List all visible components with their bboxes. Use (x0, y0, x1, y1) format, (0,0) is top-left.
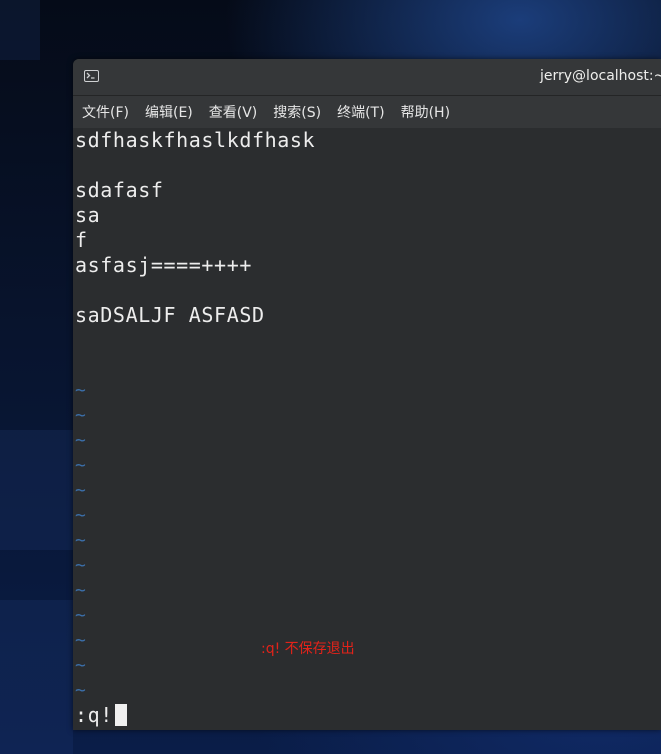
terminal-icon (84, 70, 99, 82)
menu-help[interactable]: 帮助(H) (395, 99, 456, 125)
terminal-window[interactable]: jerry@localhost:~ 文件(F) 编辑(E) 查看(V) 搜索(S… (73, 59, 661, 730)
menu-search[interactable]: 搜索(S) (267, 99, 327, 125)
title-bar[interactable]: jerry@localhost:~ (73, 59, 661, 96)
empty-line-marker: ~ (75, 505, 87, 526)
empty-line-marker: ~ (75, 380, 87, 401)
buffer-line: sdafasf (75, 178, 164, 202)
text-cursor (114, 704, 127, 726)
command-line[interactable]: :q! (75, 703, 127, 728)
empty-line-marker: ~ (75, 455, 87, 476)
terminal-content[interactable]: sdfhaskfhaslkdfhask sdafasf sa f asfasj=… (73, 128, 661, 730)
buffer-line: sdfhaskfhaslkdfhask (75, 128, 316, 152)
empty-line-marker: ~ (75, 555, 87, 576)
empty-line-marker: ~ (75, 480, 87, 501)
buffer-line: sa (75, 203, 101, 227)
empty-line-marker: ~ (75, 605, 87, 626)
window-title: jerry@localhost:~ (540, 68, 661, 84)
empty-line-marker: ~ (75, 405, 87, 426)
empty-line-marker: ~ (75, 430, 87, 451)
command-text: :q! (75, 703, 113, 727)
buffer-line: saDSALJF ASFASD (75, 303, 265, 327)
menu-bar: 文件(F) 编辑(E) 查看(V) 搜索(S) 终端(T) 帮助(H) (73, 96, 661, 128)
buffer-line: asfasj====++++ (75, 253, 252, 277)
desktop-tile (0, 430, 73, 550)
desktop-tile (0, 600, 73, 754)
desktop-tile (0, 0, 40, 60)
menu-edit[interactable]: 编辑(E) (139, 99, 199, 125)
empty-line-marker: ~ (75, 530, 87, 551)
empty-line-marker: ~ (75, 630, 87, 651)
menu-terminal[interactable]: 终端(T) (331, 99, 390, 125)
empty-line-marker: ~ (75, 680, 87, 701)
empty-line-marker: ~ (75, 580, 87, 601)
menu-file[interactable]: 文件(F) (76, 99, 135, 125)
empty-line-marker: ~ (75, 655, 87, 676)
annotation-label: :q! 不保存退出 (261, 641, 355, 657)
menu-view[interactable]: 查看(V) (203, 99, 264, 125)
buffer-line: f (75, 228, 88, 252)
